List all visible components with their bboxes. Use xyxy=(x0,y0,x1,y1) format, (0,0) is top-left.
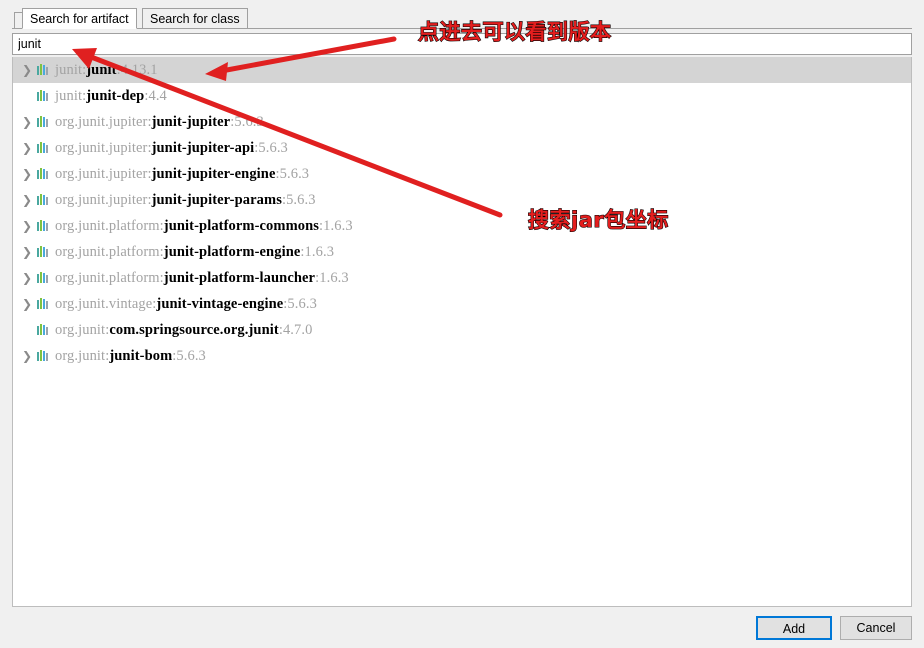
search-input[interactable] xyxy=(12,33,912,55)
artifact-row[interactable]: ❯ org.junit.jupiter:junit-jupiter-engine:… xyxy=(13,161,911,187)
chevron-right-icon[interactable]: ❯ xyxy=(19,135,35,161)
artifact-row[interactable]: ❯ junit:junit-dep:4.4 xyxy=(13,83,911,109)
artifact-row[interactable]: ❯ junit:junit:4.13.1 xyxy=(13,57,911,83)
artifact-group-id: junit xyxy=(55,62,83,78)
artifact-coordinate: org.junit.platform:junit-platform-launch… xyxy=(55,270,349,286)
artifact-coordinate: org.junit.jupiter:junit-jupiter:5.6.3 xyxy=(55,114,264,130)
artifact-id: junit-platform-engine xyxy=(163,244,301,260)
tab-search-for-artifact-label: Search for artifact xyxy=(30,12,129,26)
artifact-id: com.springsource.org.junit xyxy=(109,322,279,338)
artifact-group-id: org.junit.jupiter xyxy=(55,166,148,182)
chevron-right-icon[interactable]: ❯ xyxy=(19,161,35,187)
artifact-bars-icon xyxy=(37,349,50,361)
cancel-button-label: Cancel xyxy=(856,621,896,635)
artifact-version: 5.6.3 xyxy=(176,348,206,364)
add-dependency-dialog: Search for artifact Search for class ❯ ju… xyxy=(0,0,924,648)
artifact-coordinate: junit:junit-dep:4.4 xyxy=(55,88,167,104)
artifact-row[interactable]: ❯ org.junit.vintage:junit-vintage-engine:… xyxy=(13,291,911,317)
artifact-bars-icon xyxy=(37,323,50,335)
artifact-bars-icon xyxy=(37,297,50,309)
artifact-id: junit-dep xyxy=(86,88,145,104)
add-button-label: Add xyxy=(782,622,806,636)
tab-bar: Search for artifact Search for class xyxy=(12,8,912,29)
chevron-placeholder: ❯ xyxy=(19,83,35,109)
artifact-group-id: org.junit xyxy=(55,322,106,338)
chevron-right-icon[interactable]: ❯ xyxy=(19,343,35,369)
artifact-group-id: org.junit.vintage xyxy=(55,296,153,312)
artifact-results-list[interactable]: ❯junit:junit:4.13.1❯junit:junit-dep:4.4❯… xyxy=(12,57,912,607)
artifact-bars-icon xyxy=(37,63,50,75)
artifact-coordinate: org.junit.jupiter:junit-jupiter-engine:5… xyxy=(55,166,309,182)
chevron-right-icon[interactable]: ❯ xyxy=(19,265,35,291)
artifact-id: junit-platform-launcher xyxy=(163,270,316,286)
artifact-id: junit-bom xyxy=(109,348,173,364)
artifact-coordinate: org.junit.jupiter:junit-jupiter-params:5… xyxy=(55,192,316,208)
artifact-bars-icon xyxy=(37,271,50,283)
artifact-row[interactable]: ❯ org.junit.platform:junit-platform-launc… xyxy=(13,265,911,291)
artifact-coordinate: org.junit:com.springsource.org.junit:4.7… xyxy=(55,322,312,338)
artifact-row[interactable]: ❯ org.junit:com.springsource.org.junit:4.… xyxy=(13,317,911,343)
chevron-right-icon[interactable]: ❯ xyxy=(19,239,35,265)
artifact-version: 4.4 xyxy=(148,88,167,104)
artifact-version: 1.6.3 xyxy=(304,244,335,260)
artifact-coordinate: org.junit.platform:junit-platform-engine… xyxy=(55,244,334,260)
artifact-version: 4.7.0 xyxy=(282,322,313,338)
chevron-right-icon[interactable]: ❯ xyxy=(19,187,35,213)
dialog-footer: Add Cancel xyxy=(0,607,924,648)
chevron-right-icon[interactable]: ❯ xyxy=(19,109,35,135)
artifact-id: junit xyxy=(86,62,117,78)
artifact-coordinate: org.junit.jupiter:junit-jupiter-api:5.6.… xyxy=(55,140,288,156)
search-row xyxy=(12,33,912,55)
artifact-coordinate: org.junit:junit-bom:5.6.3 xyxy=(55,348,206,364)
artifact-row[interactable]: ❯ org.junit:junit-bom:5.6.3 xyxy=(13,343,911,369)
artifact-group-id: org.junit.jupiter xyxy=(55,114,148,130)
artifact-id: junit-jupiter-api xyxy=(151,140,255,156)
artifact-version: 4.13.1 xyxy=(120,62,158,78)
tab-search-for-artifact[interactable]: Search for artifact xyxy=(22,8,137,29)
artifact-bars-icon xyxy=(37,167,50,179)
chevron-right-icon[interactable]: ❯ xyxy=(19,291,35,317)
cancel-button[interactable]: Cancel xyxy=(840,616,912,640)
artifact-version: 5.6.3 xyxy=(258,140,288,156)
artifact-version: 1.6.3 xyxy=(323,218,353,234)
artifact-coordinate: junit:junit:4.13.1 xyxy=(55,62,158,78)
artifact-id: junit-jupiter-engine xyxy=(151,166,276,182)
artifact-bars-icon xyxy=(37,141,50,153)
chevron-placeholder: ❯ xyxy=(19,317,35,343)
artifact-version: 1.6.3 xyxy=(319,270,349,286)
artifact-row[interactable]: ❯ org.junit.jupiter:junit-jupiter-api:5.6… xyxy=(13,135,911,161)
artifact-group-id: junit xyxy=(55,88,83,104)
artifact-row[interactable]: ❯ org.junit.platform:junit-platform-commo… xyxy=(13,213,911,239)
artifact-version: 5.6.3 xyxy=(279,166,310,182)
artifact-version: 5.6.3 xyxy=(287,296,317,312)
artifact-coordinate: org.junit.vintage:junit-vintage-engine:5… xyxy=(55,296,317,312)
artifact-group-id: org.junit.jupiter xyxy=(55,192,148,208)
artifact-id: junit-platform-commons xyxy=(163,218,320,234)
artifact-coordinate: org.junit.platform:junit-platform-common… xyxy=(55,218,353,234)
artifact-version: 5.6.3 xyxy=(234,114,264,130)
artifact-bars-icon xyxy=(37,245,50,257)
artifact-row[interactable]: ❯ org.junit.jupiter:junit-jupiter-params:… xyxy=(13,187,911,213)
artifact-id: junit-jupiter-params xyxy=(151,192,282,208)
artifact-row[interactable]: ❯ org.junit.platform:junit-platform-engin… xyxy=(13,239,911,265)
tab-search-for-class-label: Search for class xyxy=(150,12,240,26)
artifact-group-id: org.junit.platform xyxy=(55,270,160,286)
artifact-version: 5.6.3 xyxy=(286,192,316,208)
artifact-group-id: org.junit.platform xyxy=(55,244,160,260)
artifact-bars-icon xyxy=(37,193,50,205)
chevron-right-icon[interactable]: ❯ xyxy=(19,213,35,239)
artifact-id: junit-jupiter xyxy=(151,114,231,130)
tab-search-for-class[interactable]: Search for class xyxy=(142,8,248,29)
artifact-group-id: org.junit.platform xyxy=(55,218,160,234)
artifact-row[interactable]: ❯ org.junit.jupiter:junit-jupiter:5.6.3 xyxy=(13,109,911,135)
artifact-group-id: org.junit.jupiter xyxy=(55,140,148,156)
artifact-id: junit-vintage-engine xyxy=(156,296,284,312)
chevron-right-icon[interactable]: ❯ xyxy=(19,57,35,83)
artifact-group-id: org.junit xyxy=(55,348,106,364)
artifact-bars-icon xyxy=(37,89,50,101)
artifact-bars-icon xyxy=(37,115,50,127)
artifact-bars-icon xyxy=(37,219,50,231)
add-button[interactable]: Add xyxy=(756,616,832,640)
